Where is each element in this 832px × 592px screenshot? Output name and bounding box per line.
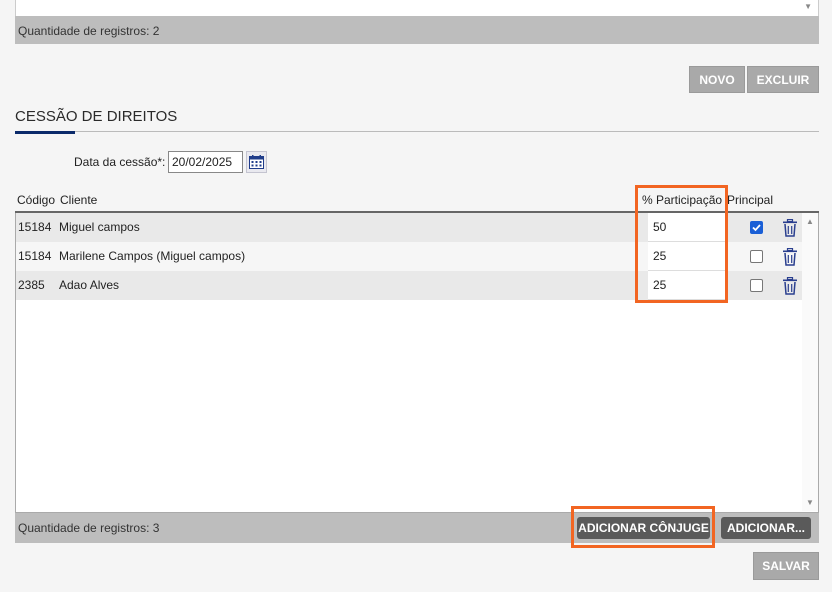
record-count: Quantidade de registros: 2 (18, 24, 160, 38)
date-label: Data da cessão*: (74, 155, 166, 169)
adicionar-button[interactable]: ADICIONAR... (721, 517, 811, 539)
salvar-button[interactable]: SALVAR (753, 552, 819, 580)
principal-checkbox[interactable] (750, 279, 763, 292)
excluir-button[interactable]: EXCLUIR (747, 66, 819, 93)
cell-cliente: Adao Alves (59, 278, 120, 292)
cell-codigo: 15184 (18, 220, 52, 234)
previous-list-footer: Quantidade de registros: 2 (15, 16, 819, 44)
cell-cliente: Marilene Campos (Miguel campos) (59, 249, 246, 263)
trash-icon[interactable] (782, 248, 798, 266)
record-count: Quantidade de registros: 3 (18, 521, 160, 535)
date-field[interactable] (168, 151, 243, 173)
scroll-up-arrow-icon[interactable]: ▲ (806, 217, 814, 226)
vertical-scrollbar[interactable]: ▲ ▼ (802, 213, 818, 511)
trash-icon[interactable] (782, 277, 798, 295)
calendar-button[interactable] (246, 151, 267, 173)
section-title-underline (15, 131, 75, 134)
highlight-adicionar-conjuge (571, 506, 715, 548)
calendar-icon (249, 155, 264, 169)
principal-checkbox[interactable] (750, 250, 763, 263)
cell-codigo: 2385 (18, 278, 45, 292)
section-title: CESSÃO DE DIREITOS (15, 108, 178, 125)
checkmark-icon (752, 224, 761, 232)
novo-button[interactable]: NOVO (689, 66, 745, 93)
cell-codigo: 15184 (18, 249, 52, 263)
column-header-cliente[interactable]: Cliente (60, 193, 97, 207)
trash-icon[interactable] (782, 219, 798, 237)
principal-checkbox[interactable] (750, 221, 763, 234)
cell-cliente: Miguel campos (59, 220, 140, 234)
section-divider (15, 131, 819, 132)
highlight-participacao-column (635, 185, 728, 303)
column-header-principal[interactable]: Principal (727, 193, 773, 207)
scroll-down-arrow-icon[interactable]: ▼ (806, 498, 814, 507)
scroll-down-arrow-icon[interactable]: ▼ (804, 2, 812, 11)
column-header-codigo[interactable]: Código (17, 193, 55, 207)
previous-list: ▼ (15, 0, 819, 16)
